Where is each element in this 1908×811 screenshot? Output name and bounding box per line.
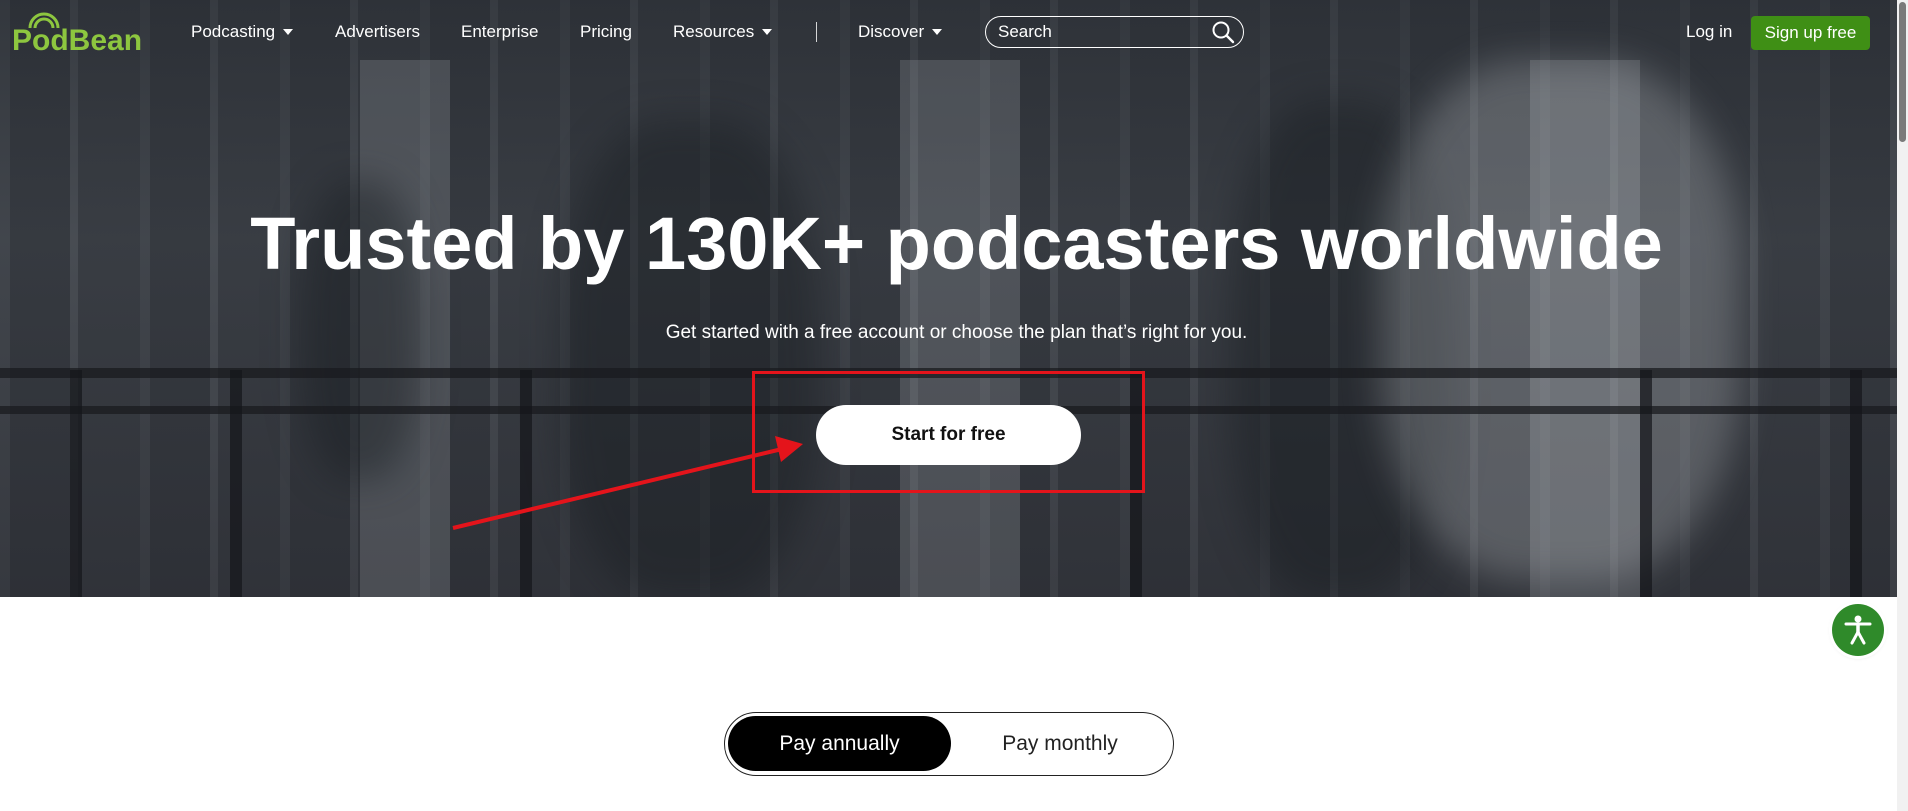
billing-toggle: Pay annually Pay monthly <box>724 712 1174 776</box>
railing-post <box>230 370 242 597</box>
nav-advertisers-label: Advertisers <box>335 22 421 41</box>
nav-advertisers[interactable]: Advertisers <box>335 20 420 44</box>
railing-post <box>1850 370 1862 597</box>
chevron-down-icon <box>932 28 943 35</box>
search-box <box>985 16 1244 48</box>
nav-resources-label: Resources <box>673 22 755 41</box>
nav-enterprise[interactable]: Enterprise <box>461 20 538 44</box>
nav-pricing-label: Pricing <box>580 22 632 41</box>
logo-text: PodBean <box>12 24 143 57</box>
accessibility-button[interactable] <box>1832 604 1884 656</box>
hero-background <box>0 0 1897 597</box>
railing-post <box>70 370 82 597</box>
railing-post <box>1130 370 1142 597</box>
pay-annually-option[interactable]: Pay annually <box>728 716 951 771</box>
nav-enterprise-label: Enterprise <box>461 22 539 41</box>
railing-post <box>1640 370 1652 597</box>
chevron-down-icon <box>762 28 773 35</box>
nav-resources[interactable]: Resources <box>673 20 773 44</box>
chevron-down-icon <box>283 28 294 35</box>
blurred-figure <box>560 120 820 597</box>
page: PodBean Podcasting Advertisers Enterpris… <box>0 0 1908 811</box>
login-link[interactable]: Log in <box>1686 20 1732 44</box>
podbean-logo[interactable]: PodBean <box>12 10 144 60</box>
nav-podcasting-label: Podcasting <box>191 22 276 41</box>
background-railing <box>0 368 1897 378</box>
pay-monthly-option[interactable]: Pay monthly <box>951 716 1169 771</box>
nav-pricing[interactable]: Pricing <box>580 20 632 44</box>
railing-post <box>520 370 532 597</box>
start-for-free-button[interactable]: Start for free <box>816 405 1081 465</box>
magnifier-icon[interactable] <box>1211 20 1235 44</box>
nav-divider <box>816 22 817 42</box>
hero-title: Trusted by 130K+ podcasters worldwide <box>250 202 1663 285</box>
page-scrollbar[interactable] <box>1897 0 1908 811</box>
search-input[interactable] <box>998 20 1198 44</box>
nav-podcasting[interactable]: Podcasting <box>191 20 294 44</box>
hero-subtitle: Get started with a free account or choos… <box>665 322 1248 343</box>
signup-button[interactable]: Sign up free <box>1751 16 1870 50</box>
nav-discover[interactable]: Discover <box>858 20 943 44</box>
top-navbar: PodBean Podcasting Advertisers Enterpris… <box>0 0 1897 64</box>
nav-discover-label: Discover <box>858 22 925 41</box>
scrollbar-thumb[interactable] <box>1899 2 1906 142</box>
accessibility-person-icon <box>1844 615 1872 645</box>
